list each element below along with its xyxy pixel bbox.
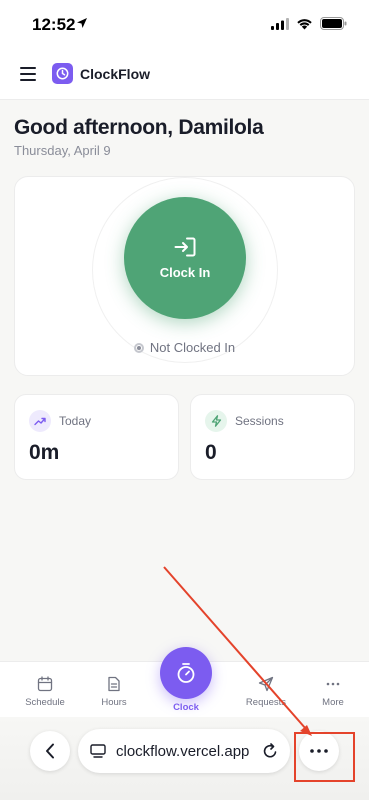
clock-status-text: Not Clocked In xyxy=(149,340,236,355)
nav-more[interactable]: More xyxy=(303,676,363,708)
annotation-highlight-box xyxy=(294,732,355,782)
nav-hours[interactable]: Hours xyxy=(84,676,144,708)
clock-card: Clock In Not Clocked In xyxy=(14,176,355,376)
sign-in-icon xyxy=(174,237,196,256)
browser-url: clockflow.vercel.app xyxy=(116,742,250,760)
sessions-label: Sessions xyxy=(235,414,284,428)
today-value: 0m xyxy=(29,441,60,464)
nav-hours-label: Hours xyxy=(101,697,127,708)
bottom-nav: Schedule Hours Clock Requests More xyxy=(0,647,369,717)
nav-requests-label: Requests xyxy=(245,697,287,708)
document-icon xyxy=(108,676,120,692)
signal-icon xyxy=(271,17,289,30)
status-time: 12:52 xyxy=(32,15,76,34)
browser-back-button[interactable] xyxy=(30,731,70,771)
status-bar: 12:52 xyxy=(0,0,369,50)
calendar-icon xyxy=(37,676,53,692)
lightning-icon xyxy=(205,410,227,432)
today-stat-card: Today 0m xyxy=(14,394,179,480)
current-date: Thursday, April 9 xyxy=(14,143,111,158)
browser-address-bar[interactable]: clockflow.vercel.app xyxy=(78,729,290,773)
today-label: Today xyxy=(59,414,92,428)
clock-icon xyxy=(56,67,69,80)
battery-icon xyxy=(320,17,347,30)
sessions-stat-card: Sessions 0 xyxy=(190,394,355,480)
location-arrow-icon xyxy=(77,18,87,28)
clock-status: Not Clocked In xyxy=(15,340,354,355)
reload-icon[interactable] xyxy=(263,743,278,759)
nav-schedule-label: Schedule xyxy=(25,697,65,708)
app-header: ClockFlow xyxy=(0,50,369,100)
app-name: ClockFlow xyxy=(80,66,151,82)
status-indicators xyxy=(271,17,347,30)
brand-logo xyxy=(52,63,73,84)
greeting-title: Good afternoon, Damilola xyxy=(14,116,264,139)
nav-more-label: More xyxy=(322,697,344,708)
tabs-icon xyxy=(90,744,106,758)
nav-schedule[interactable]: Schedule xyxy=(15,676,75,708)
nav-clock-label: Clock xyxy=(173,702,199,713)
trending-up-icon xyxy=(29,410,51,432)
chevron-left-icon xyxy=(46,743,54,759)
status-dot-icon xyxy=(133,342,144,353)
wifi-icon xyxy=(297,18,312,29)
clock-in-label: Clock In xyxy=(159,264,211,280)
send-icon xyxy=(258,676,274,692)
hamburger-icon[interactable] xyxy=(20,67,36,81)
stopwatch-icon xyxy=(177,663,195,683)
clock-in-button[interactable]: Clock In xyxy=(124,197,246,319)
nav-requests[interactable]: Requests xyxy=(236,676,296,708)
ellipsis-icon xyxy=(326,682,340,686)
nav-clock-button[interactable] xyxy=(160,647,212,699)
sessions-value: 0 xyxy=(205,441,217,464)
